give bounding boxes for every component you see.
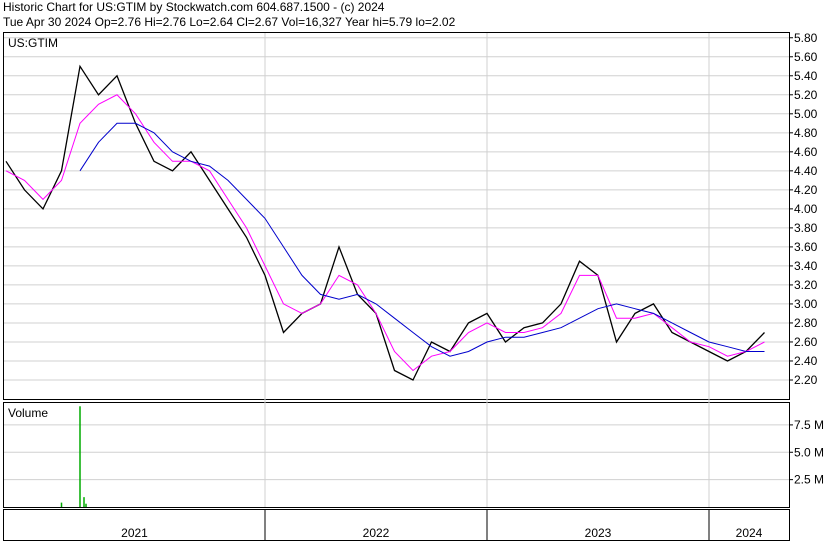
volume-tick-label: 2.5 M bbox=[794, 473, 824, 487]
short-moving-average-line bbox=[5, 94, 765, 372]
year-label: 2021 bbox=[121, 526, 148, 540]
price-tick-label: 4.60 bbox=[794, 145, 818, 159]
price-tick-label: 3.80 bbox=[794, 221, 818, 235]
volume-bars bbox=[60, 406, 87, 507]
price-tick-label: 4.40 bbox=[794, 164, 818, 178]
volume-axis: 7.5 M 5.0 M 2.5 M bbox=[789, 418, 824, 487]
year-label: 2024 bbox=[736, 526, 763, 540]
price-tick-label: 4.00 bbox=[794, 202, 818, 216]
volume-tick-label: 7.5 M bbox=[794, 418, 824, 432]
price-tick-label: 2.20 bbox=[794, 373, 818, 387]
price-tick-label: 2.40 bbox=[794, 354, 818, 368]
year-label: 2023 bbox=[585, 526, 612, 540]
price-tick-label: 5.20 bbox=[794, 88, 818, 102]
grid-lines bbox=[4, 33, 789, 507]
price-tick-label: 2.60 bbox=[794, 335, 818, 349]
volume-tick-label: 5.0 M bbox=[794, 445, 824, 459]
volume-label: Volume bbox=[8, 406, 48, 420]
price-tick-label: 3.20 bbox=[794, 278, 818, 292]
date-axis: 2021 2022 2023 2024 bbox=[121, 510, 763, 540]
volume-panel-frame bbox=[3, 402, 790, 508]
price-tick-label: 3.40 bbox=[794, 259, 818, 273]
price-tick-label: 5.60 bbox=[794, 50, 818, 64]
symbol-label: US:GTIM bbox=[8, 36, 58, 50]
price-tick-label: 5.80 bbox=[794, 31, 818, 45]
long-moving-average-line bbox=[79, 122, 765, 357]
price-tick-label: 3.60 bbox=[794, 240, 818, 254]
price-tick-label: 5.40 bbox=[794, 69, 818, 83]
year-label: 2022 bbox=[363, 526, 390, 540]
price-tick-label: 5.00 bbox=[794, 107, 818, 121]
price-tick-label: 4.20 bbox=[794, 183, 818, 197]
price-tick-label: 3.00 bbox=[794, 297, 818, 311]
stock-chart: 5.80 5.60 5.40 5.20 5.00 4.80 4.60 4.40 4.20 4.00… bbox=[3, 31, 824, 541]
price-tick-label: 4.80 bbox=[794, 126, 818, 140]
price-tick-label: 2.80 bbox=[794, 316, 818, 330]
price-axis: 5.80 5.60 5.40 5.20 5.00 4.80 4.60 4.40 4.20 4.00… bbox=[789, 31, 818, 387]
